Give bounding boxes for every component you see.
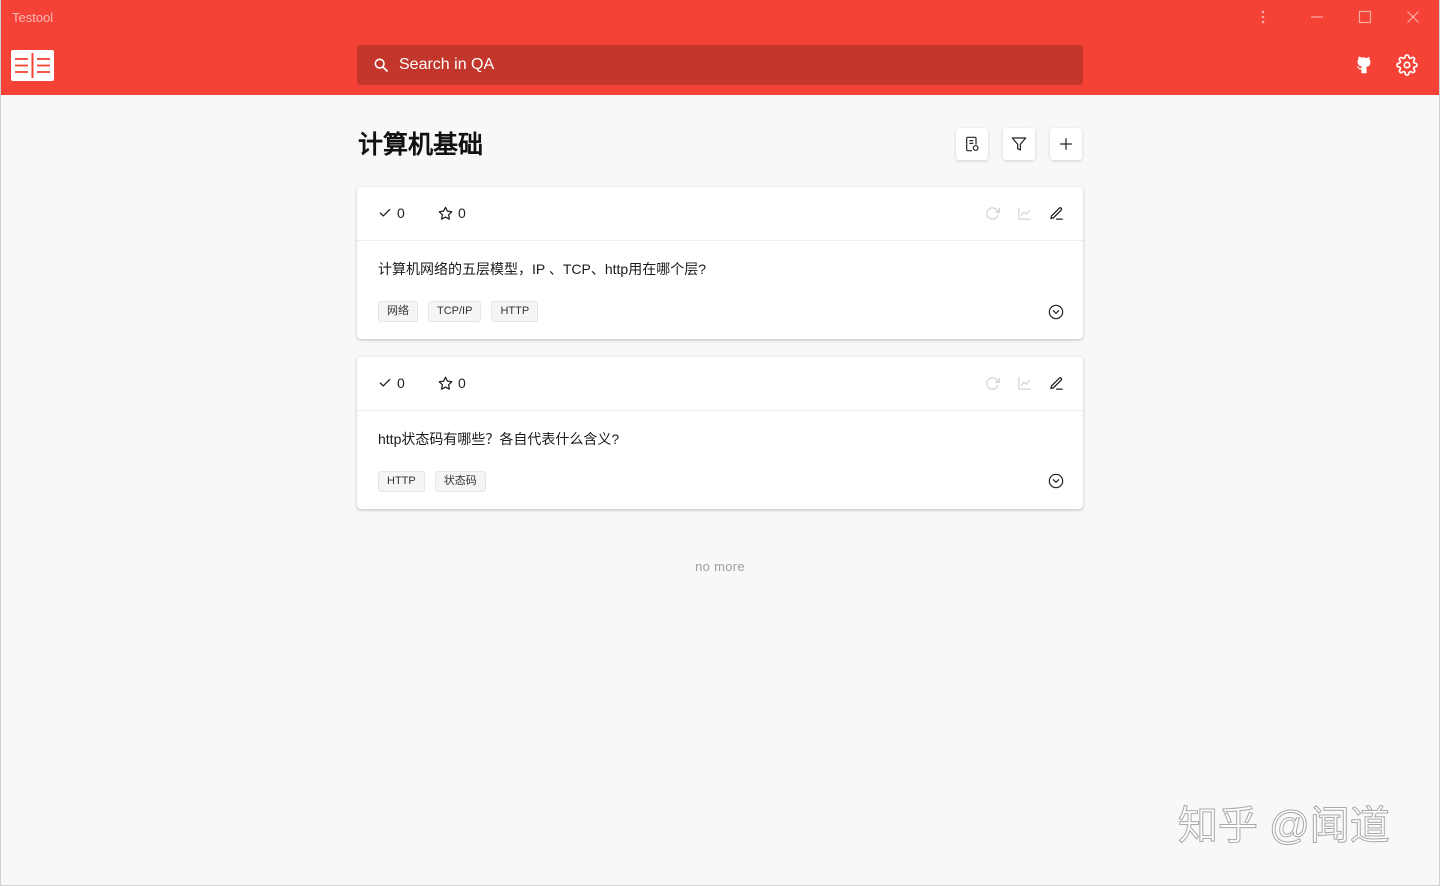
tag[interactable]: HTTP: [491, 301, 539, 322]
tag[interactable]: TCP/IP: [428, 301, 482, 322]
question-text[interactable]: 计算机网络的五层模型，IP 、TCP、http用在哪个层?: [378, 260, 706, 278]
star-count: 0: [458, 205, 466, 221]
document-button[interactable]: [956, 128, 988, 160]
tag[interactable]: 状态码: [434, 471, 486, 492]
done-count: 0: [397, 375, 405, 391]
more-vertical-icon[interactable]: [1253, 7, 1273, 27]
chevron-down-circle-icon[interactable]: [1048, 304, 1064, 320]
refresh-icon[interactable]: [985, 206, 1000, 221]
plus-icon: [1060, 138, 1072, 150]
question-card: 0 0: [357, 357, 1083, 509]
done-count: 0: [397, 205, 405, 221]
edit-icon[interactable]: [1049, 206, 1064, 221]
star-counter[interactable]: 0: [438, 375, 466, 391]
star-count: 0: [458, 375, 466, 391]
watermark: 知乎 @闻道: [1178, 804, 1391, 849]
refresh-icon[interactable]: [985, 376, 1000, 391]
card-header: 0 0: [357, 357, 1083, 411]
window-title: Testool: [12, 10, 54, 25]
question-text[interactable]: http状态码有哪些？各自代表什么含义?: [378, 430, 619, 448]
github-icon[interactable]: [1353, 54, 1375, 76]
add-question-button[interactable]: [1050, 128, 1082, 160]
star-icon: [438, 206, 453, 220]
star-counter[interactable]: 0: [438, 205, 466, 221]
close-icon[interactable]: [1403, 7, 1423, 27]
tag-list: HTTP 状态码: [378, 471, 486, 492]
book-menu-icon[interactable]: [11, 50, 54, 81]
app-window: Testool Search in QA 计算机基础 0 0 计算机网络的五层模…: [0, 0, 1440, 886]
edit-icon[interactable]: [1049, 376, 1064, 391]
filter-icon: [1011, 137, 1027, 151]
check-icon: [379, 208, 391, 217]
card-header: 0 0: [357, 187, 1083, 241]
star-icon: [438, 376, 453, 390]
filter-button[interactable]: [1003, 128, 1035, 160]
done-counter[interactable]: 0: [378, 205, 405, 221]
tag[interactable]: 网络: [378, 301, 418, 322]
chart-icon[interactable]: [1017, 376, 1032, 391]
page-title: 计算机基础: [358, 131, 484, 159]
maximize-icon[interactable]: [1355, 7, 1375, 27]
check-icon: [379, 378, 391, 387]
document-icon: [966, 136, 979, 152]
done-counter[interactable]: 0: [378, 375, 405, 391]
settings-icon[interactable]: [1396, 54, 1418, 76]
chart-icon[interactable]: [1017, 206, 1032, 221]
question-card: 0 0: [357, 187, 1083, 339]
tag[interactable]: HTTP: [378, 471, 425, 492]
search-bar[interactable]: [357, 45, 1083, 85]
app-header: Testool: [0, 0, 1440, 95]
chevron-down-circle-icon[interactable]: [1048, 473, 1064, 489]
search-input[interactable]: [399, 45, 1059, 85]
end-of-list-text: no more: [695, 559, 745, 574]
tag-list: 网络 TCP/IP HTTP: [378, 301, 539, 322]
search-icon: [374, 58, 388, 72]
minimize-icon[interactable]: [1307, 7, 1327, 27]
